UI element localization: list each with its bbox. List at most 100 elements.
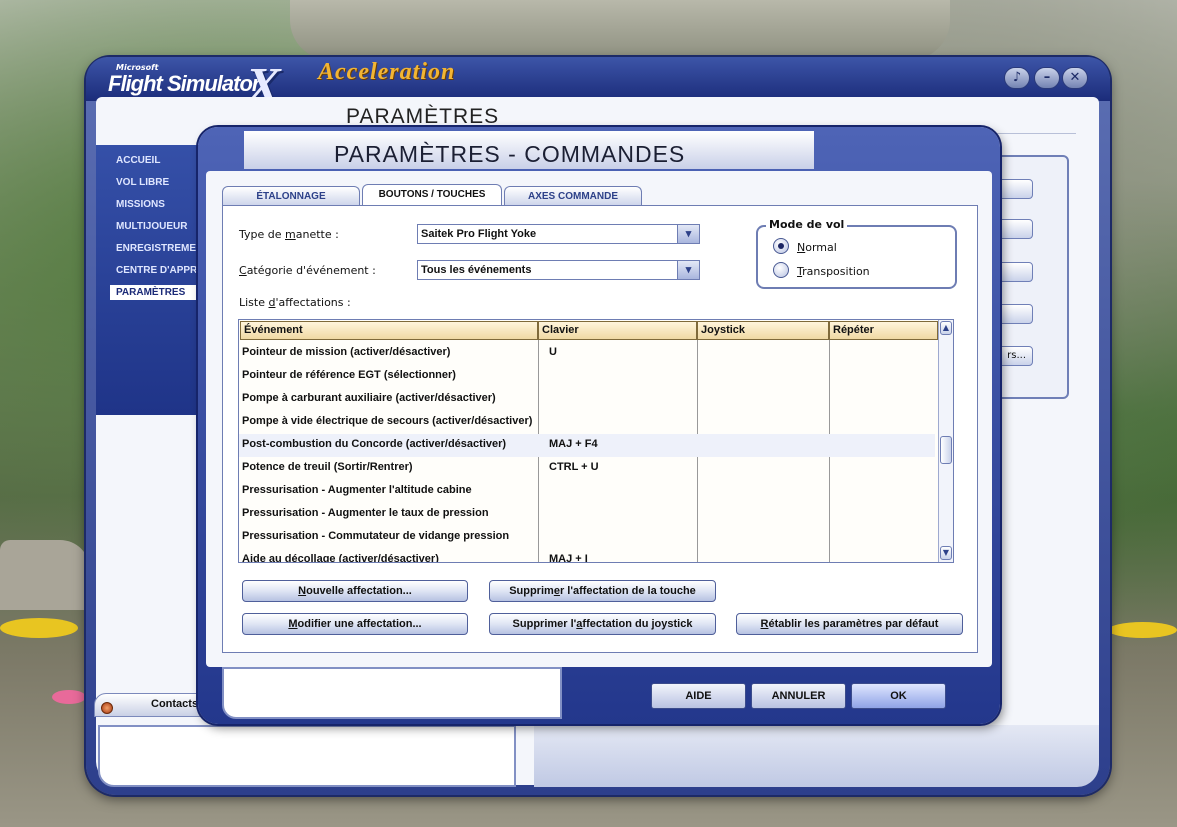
footer-bar: [534, 725, 1099, 787]
sound-icon[interactable]: ♪: [1004, 67, 1030, 89]
cancel-button[interactable]: ANNULER: [751, 683, 846, 709]
controller-type-label: Type de manette :: [239, 228, 339, 241]
reset-defaults-button[interactable]: Rétablir les paramètres par défaut: [736, 613, 963, 635]
label-text: Liste: [239, 296, 269, 309]
sidebar-item-multijoueur[interactable]: MULTIJOUEUR: [116, 221, 206, 232]
label-text: Supprim: [509, 585, 554, 597]
table-row-selected[interactable]: Post-combustion du Concorde (activer/dés…: [239, 434, 935, 457]
dialog-title: PARAMÈTRES - COMMANDES: [334, 141, 686, 167]
status-area: [98, 725, 516, 787]
brand-name: Flight Simulator: [108, 71, 260, 96]
sidebar-item-accueil[interactable]: ACCUEIL: [116, 155, 206, 166]
remove-joystick-assignment-button[interactable]: Supprimer l'affectation du joystick: [489, 613, 716, 635]
sidebar-item-parametres[interactable]: PARAMÈTRES: [110, 285, 210, 300]
remove-key-assignment-button[interactable]: Supprimer l'affectation de la touche: [489, 580, 716, 602]
table-scrollbar[interactable]: ▲ ▼: [938, 320, 953, 562]
event-category-value: Tous les événements: [421, 264, 532, 276]
column-header-joystick[interactable]: Joystick: [697, 321, 829, 340]
tab-etalonnage[interactable]: ÉTALONNAGE: [222, 186, 360, 206]
label-text: établir les paramètres par défaut: [768, 618, 939, 630]
column-header-event[interactable]: Événement: [240, 321, 538, 340]
event-category-select[interactable]: Tous les événements ▾: [417, 260, 700, 280]
controller-type-select[interactable]: Saitek Pro Flight Yoke ▾: [417, 224, 700, 244]
background-rock: [0, 540, 90, 610]
label-text: r l'affectation de la touche: [559, 585, 696, 597]
cell-event: Pompe à vide électrique de secours (acti…: [242, 415, 533, 427]
background-kayak: [52, 690, 86, 704]
sidebar-item-centre-apprentissage[interactable]: CENTRE D'APPRENTISSAGE: [116, 265, 206, 276]
close-button[interactable]: ✕: [1062, 67, 1088, 89]
minimize-button[interactable]: –: [1034, 67, 1060, 89]
brand-edition: Acceleration: [318, 59, 456, 85]
tab-axes-commande[interactable]: AXES COMMANDE: [504, 186, 642, 206]
cell-event: Post-combustion du Concorde (activer/dés…: [242, 438, 507, 450]
controller-type-value: Saitek Pro Flight Yoke: [421, 228, 537, 240]
page-title: PARAMÈTRES: [346, 105, 500, 128]
cell-keyboard: U: [549, 346, 557, 358]
table-row[interactable]: Aide au décollage (activer/désactiver) M…: [239, 549, 935, 563]
background-rock: [290, 0, 950, 60]
sidebar-item-vol-libre[interactable]: VOL LIBRE: [116, 177, 206, 188]
cell-keyboard: MAJ + I: [549, 553, 588, 563]
background-kayak: [0, 618, 78, 638]
table-row[interactable]: Pressurisation - Augmenter le taux de pr…: [239, 503, 935, 526]
modify-assignment-button[interactable]: Modifier une affectation...: [242, 613, 468, 635]
chevron-down-icon[interactable]: ▾: [677, 225, 699, 243]
event-category-label: Catégorie d'événement :: [239, 264, 376, 277]
label-accelerator: M: [288, 618, 298, 630]
scroll-thumb[interactable]: [940, 436, 952, 464]
cell-event: Aide au décollage (activer/désactiver): [242, 553, 439, 563]
table-row[interactable]: Pointeur de mission (activer/désactiver)…: [239, 342, 935, 365]
label-text: anette :: [295, 228, 339, 241]
app-title-bar: Microsoft Flight Simulator X Acceleratio…: [86, 57, 1110, 115]
new-assignment-button[interactable]: Nouvelle affectation...: [242, 580, 468, 602]
chevron-down-icon[interactable]: ▾: [677, 261, 699, 279]
dialog-status-area: [222, 667, 562, 719]
label-text: Supprimer l': [512, 618, 577, 630]
radio-transposition-label[interactable]: Transposition: [797, 265, 870, 278]
scroll-up-icon[interactable]: ▲: [940, 321, 952, 335]
column-header-keyboard[interactable]: Clavier: [538, 321, 697, 340]
cell-event: Pressurisation - Augmenter le taux de pr…: [242, 507, 489, 519]
sidebar: ACCUEIL VOL LIBRE MISSIONS MULTIJOUEUR E…: [96, 145, 210, 415]
label-text: 'affectations :: [275, 296, 351, 309]
table-row[interactable]: Pompe à vide électrique de secours (acti…: [239, 411, 935, 434]
column-header-repeat[interactable]: Répéter: [829, 321, 938, 340]
cell-event: Pressurisation - Commutateur de vidange …: [242, 530, 510, 542]
label-text: ffectation du joystick: [582, 618, 693, 630]
ok-button[interactable]: OK: [851, 683, 946, 709]
background-kayak: [1108, 622, 1177, 638]
radio-transposition[interactable]: [773, 262, 789, 278]
label-accelerator: N: [298, 585, 307, 597]
label-text: atégorie d'événement :: [246, 264, 376, 277]
label-text: Type de: [239, 228, 286, 241]
assignments-label: Liste d'affectations :: [239, 296, 351, 309]
cell-event: Pompe à carburant auxiliaire (activer/dé…: [242, 392, 496, 404]
label-text: ouvelle affectation...: [306, 585, 412, 597]
label-accelerator: m: [285, 228, 296, 241]
table-row[interactable]: Pointeur de référence EGT (sélectionner): [239, 365, 935, 388]
radio-normal-label[interactable]: Normal: [797, 241, 837, 254]
cell-event: Pointeur de mission (activer/désactiver): [242, 346, 451, 358]
label-text: ransposition: [802, 265, 870, 278]
table-row[interactable]: Pressurisation - Commutateur de vidange …: [239, 526, 935, 549]
flight-mode-title: Mode de vol: [766, 218, 848, 231]
cell-event: Pointeur de référence EGT (sélectionner): [242, 369, 456, 381]
sidebar-item-enregistrement[interactable]: ENREGISTREMENT: [116, 243, 206, 254]
cell-event: Potence de treuil (Sortir/Rentrer): [242, 461, 413, 473]
table-row[interactable]: Pompe à carburant auxiliaire (activer/dé…: [239, 388, 935, 411]
label-accelerator: C: [239, 264, 247, 277]
dialog-title-bar: PARAMÈTRES - COMMANDES: [244, 131, 814, 169]
radio-normal[interactable]: [773, 238, 789, 254]
assignments-table: Événement Clavier Joystick Répéter Point…: [238, 319, 954, 563]
label-accelerator: N: [797, 241, 806, 254]
sidebar-item-missions[interactable]: MISSIONS: [116, 199, 206, 210]
label-text: ormal: [805, 241, 837, 254]
help-button[interactable]: AIDE: [651, 683, 746, 709]
flight-mode-group: Mode de vol: [756, 218, 957, 289]
tab-boutons-touches[interactable]: BOUTONS / TOUCHES: [362, 184, 502, 206]
table-row[interactable]: Pressurisation - Augmenter l'altitude ca…: [239, 480, 935, 503]
table-row[interactable]: Potence de treuil (Sortir/Rentrer) CTRL …: [239, 457, 935, 480]
scroll-down-icon[interactable]: ▼: [940, 546, 952, 560]
status-dot-icon: [101, 702, 113, 714]
